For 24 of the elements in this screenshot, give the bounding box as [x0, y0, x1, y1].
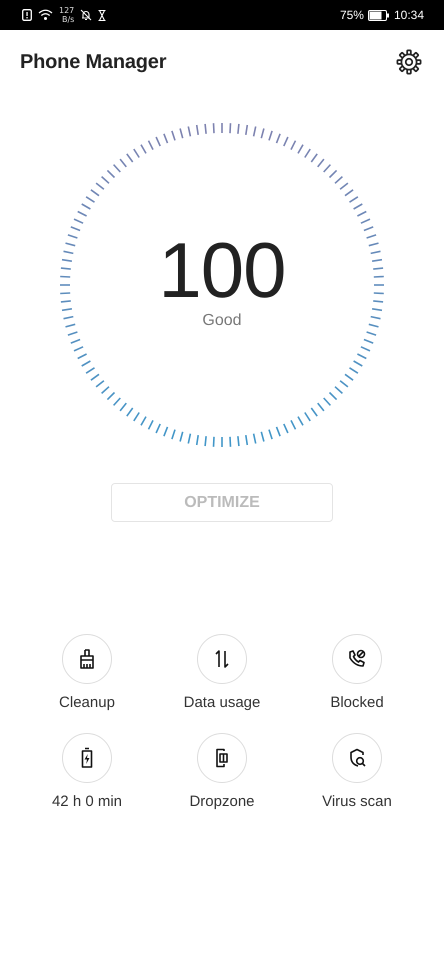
battery-icon [368, 10, 390, 20]
tool-button[interactable] [62, 634, 112, 684]
page-title: Phone Manager [20, 50, 166, 74]
tool-label: Data usage [184, 694, 260, 711]
tool-label: Blocked [330, 694, 384, 711]
tool-label: Cleanup [59, 694, 115, 711]
tool-button[interactable] [197, 733, 247, 783]
speed-unit: B/s [61, 15, 74, 24]
tool-label: 42 h 0 min [52, 793, 122, 810]
score-label: Good [202, 312, 242, 330]
score-value: 100 [158, 228, 286, 312]
tool-button[interactable] [62, 733, 112, 783]
clock-time: 10:34 [394, 8, 424, 22]
settings-icon[interactable] [396, 49, 422, 75]
wifi-icon [38, 9, 53, 21]
tool-button[interactable] [332, 733, 382, 783]
battery-percent: 75% [340, 8, 364, 22]
sim-alert-icon [22, 9, 32, 21]
hourglass-icon [98, 10, 106, 20]
bell-off-icon [80, 9, 92, 21]
tool-label: Dropzone [189, 793, 255, 810]
tool-button[interactable] [332, 634, 382, 684]
speed-value: 127 [59, 6, 74, 15]
tool-label: Virus scan [322, 793, 392, 810]
